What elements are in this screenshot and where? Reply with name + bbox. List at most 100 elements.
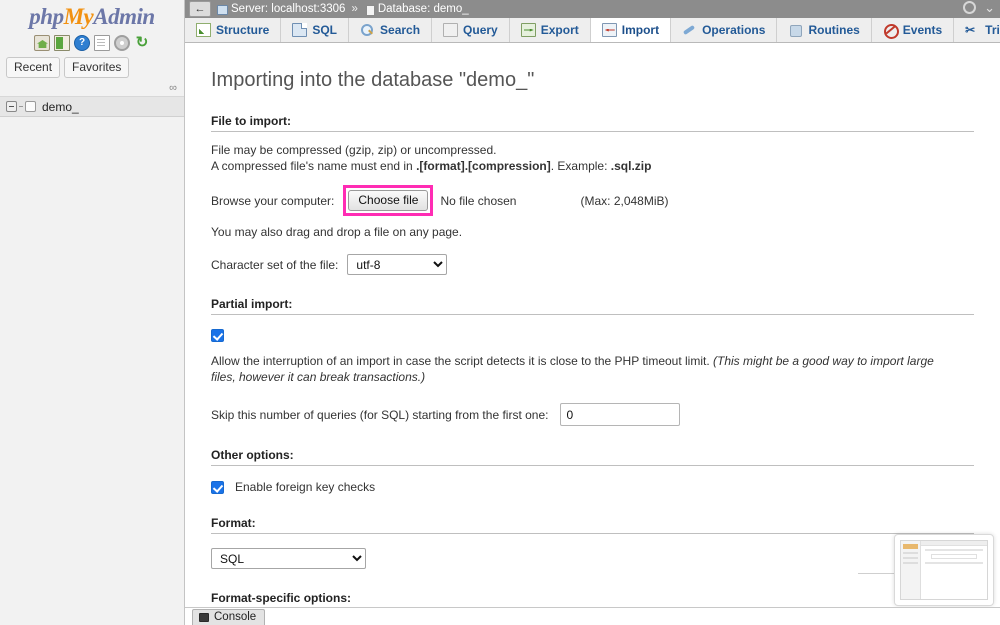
tab-routines[interactable]: Routines <box>777 17 872 42</box>
foreign-key-row: Enable foreign key checks <box>211 480 974 494</box>
allow-interrupt-text: Allow the interruption of an import in c… <box>211 354 714 368</box>
back-button[interactable]: ← <box>189 1 211 17</box>
sidebar-tab-recent[interactable]: Recent <box>6 57 61 78</box>
breadcrumb-right-icons: ⌄ <box>963 1 995 14</box>
database-icon <box>365 4 375 16</box>
format-row: SQL <box>211 548 974 569</box>
section-heading: Format: <box>211 516 974 534</box>
logo-admin: Admin <box>93 4 155 29</box>
tab-structure[interactable]: Structure <box>185 17 282 42</box>
page-title: Importing into the database "demo_" <box>211 69 535 91</box>
breadcrumb-bar: ← Server: localhost:3306 » Database: dem… <box>185 0 1000 18</box>
sql-icon <box>292 22 308 37</box>
logo-php: php <box>29 4 64 29</box>
charset-select[interactable]: utf-8 <box>347 254 448 275</box>
section-heading: File to import: <box>211 114 974 132</box>
import-form: Importing into the database "demo_" File… <box>185 43 1000 625</box>
tab-events[interactable]: Events <box>871 17 955 42</box>
logo-my: My <box>63 4 94 29</box>
tab-label: Routines <box>808 22 860 37</box>
allow-interrupt-description: Allow the interruption of an import in c… <box>211 353 953 385</box>
tree-collapse-icon[interactable] <box>6 101 17 112</box>
home-icon[interactable] <box>34 35 50 51</box>
database-name-label: demo_ <box>42 99 79 114</box>
routines-icon <box>788 23 803 37</box>
format-select[interactable]: SQL <box>211 548 366 569</box>
breadcrumb-database[interactable]: Database: demo_ <box>378 3 469 15</box>
choose-file-button[interactable]: Choose file <box>348 190 429 211</box>
browse-label: Browse your computer: <box>211 193 335 208</box>
compression-note-line2: A compressed file's name must end in .[f… <box>211 158 974 174</box>
tab-label: Query <box>463 22 498 37</box>
choose-file-highlight: Choose file <box>343 185 434 216</box>
tab-triggers[interactable]: ✂ Triggers <box>954 17 1000 42</box>
database-icon <box>25 101 36 112</box>
tab-import[interactable]: Import <box>590 17 672 42</box>
tab-search[interactable]: Search <box>349 17 433 42</box>
phpmyadmin-app: phpMyAdmin Recent Favorites ∞ demo_ ← <box>0 0 1000 625</box>
collapse-icon[interactable]: ⌄ <box>984 1 995 14</box>
section-file-to-import: File to import: File may be compressed (… <box>211 114 974 275</box>
refresh-icon[interactable] <box>134 35 150 51</box>
phpmyadmin-logo[interactable]: phpMyAdmin <box>0 0 184 30</box>
console-icon <box>199 612 209 622</box>
logout-icon[interactable] <box>54 35 70 51</box>
note-prefix: A compressed file's name must end in <box>211 159 417 173</box>
section-partial-import: Partial import: Allow the interruption o… <box>211 297 974 426</box>
thumbnail-inner <box>900 540 988 600</box>
query-icon <box>443 22 459 37</box>
settings-gear-icon[interactable] <box>114 35 130 51</box>
allow-interrupt-checkbox[interactable] <box>211 329 224 342</box>
settings-gear-icon[interactable] <box>963 1 977 14</box>
compression-note-line1: File may be compressed (gzip, zip) or un… <box>211 143 497 157</box>
import-icon <box>601 22 617 37</box>
main-tab-bar: Structure SQL Search Query Export Import <box>185 17 1000 43</box>
tab-export[interactable]: Export <box>509 17 591 42</box>
console-toggle-button[interactable]: Console <box>192 609 266 625</box>
note-example-token: .sql.zip <box>610 159 652 173</box>
sidebar-tab-favorites[interactable]: Favorites <box>64 57 130 78</box>
charset-row: Character set of the file: utf-8 <box>211 254 974 275</box>
sidebar-item-database-demo[interactable]: demo_ <box>0 97 184 117</box>
allow-interrupt-row <box>211 329 974 345</box>
console-label: Console <box>214 611 257 623</box>
section-heading: Partial import: <box>211 297 974 315</box>
thumbnail-sidebar <box>901 541 921 599</box>
events-icon <box>883 23 899 39</box>
note-middle: . Example: <box>550 159 611 173</box>
section-format: Format: SQL <box>211 516 974 569</box>
breadcrumb-server[interactable]: Server: localhost:3306 <box>231 3 345 15</box>
file-browse-row: Browse your computer: Choose file No fil… <box>211 185 974 216</box>
tab-label: Operations <box>702 22 766 37</box>
docs-icon[interactable] <box>94 35 110 51</box>
enable-foreign-key-checks-label: Enable foreign key checks <box>235 480 376 494</box>
tab-operations[interactable]: Operations <box>671 17 778 42</box>
triggers-icon: ✂ <box>965 22 976 37</box>
navigation-sidebar: phpMyAdmin Recent Favorites ∞ demo_ <box>0 0 185 625</box>
tab-label: Events <box>902 22 943 37</box>
sidebar-tabs: Recent Favorites <box>0 52 184 82</box>
search-icon <box>360 23 375 37</box>
enable-foreign-key-checks-checkbox[interactable] <box>211 480 224 494</box>
skip-queries-input[interactable] <box>560 403 681 426</box>
skip-queries-row: Skip this number of queries (for SQL) st… <box>211 403 974 426</box>
tab-label: Export <box>540 22 579 37</box>
section-other-options: Other options: Enable foreign key checks <box>211 448 974 494</box>
tab-query[interactable]: Query <box>432 17 510 42</box>
tab-sql[interactable]: SQL <box>281 17 350 42</box>
page-preview-thumbnail[interactable] <box>894 534 994 606</box>
link-with-main-panel-icon[interactable]: ∞ <box>169 82 177 94</box>
sidebar-icon-row <box>0 34 184 52</box>
sidebar-db-toolbar: ∞ <box>0 82 184 97</box>
thumbnail-connector-line <box>858 573 894 574</box>
thumbnail-main <box>921 541 987 599</box>
console-bar: Console <box>185 607 1000 625</box>
note-format-token: .[format].[compression] <box>416 159 551 173</box>
structure-icon <box>196 22 211 37</box>
tab-label: Import <box>621 22 660 37</box>
help-icon[interactable] <box>74 35 90 51</box>
breadcrumb-separator: » <box>351 3 358 15</box>
server-icon <box>217 5 228 15</box>
tab-label: Triggers <box>985 22 1000 37</box>
tab-label: Structure <box>216 22 270 37</box>
